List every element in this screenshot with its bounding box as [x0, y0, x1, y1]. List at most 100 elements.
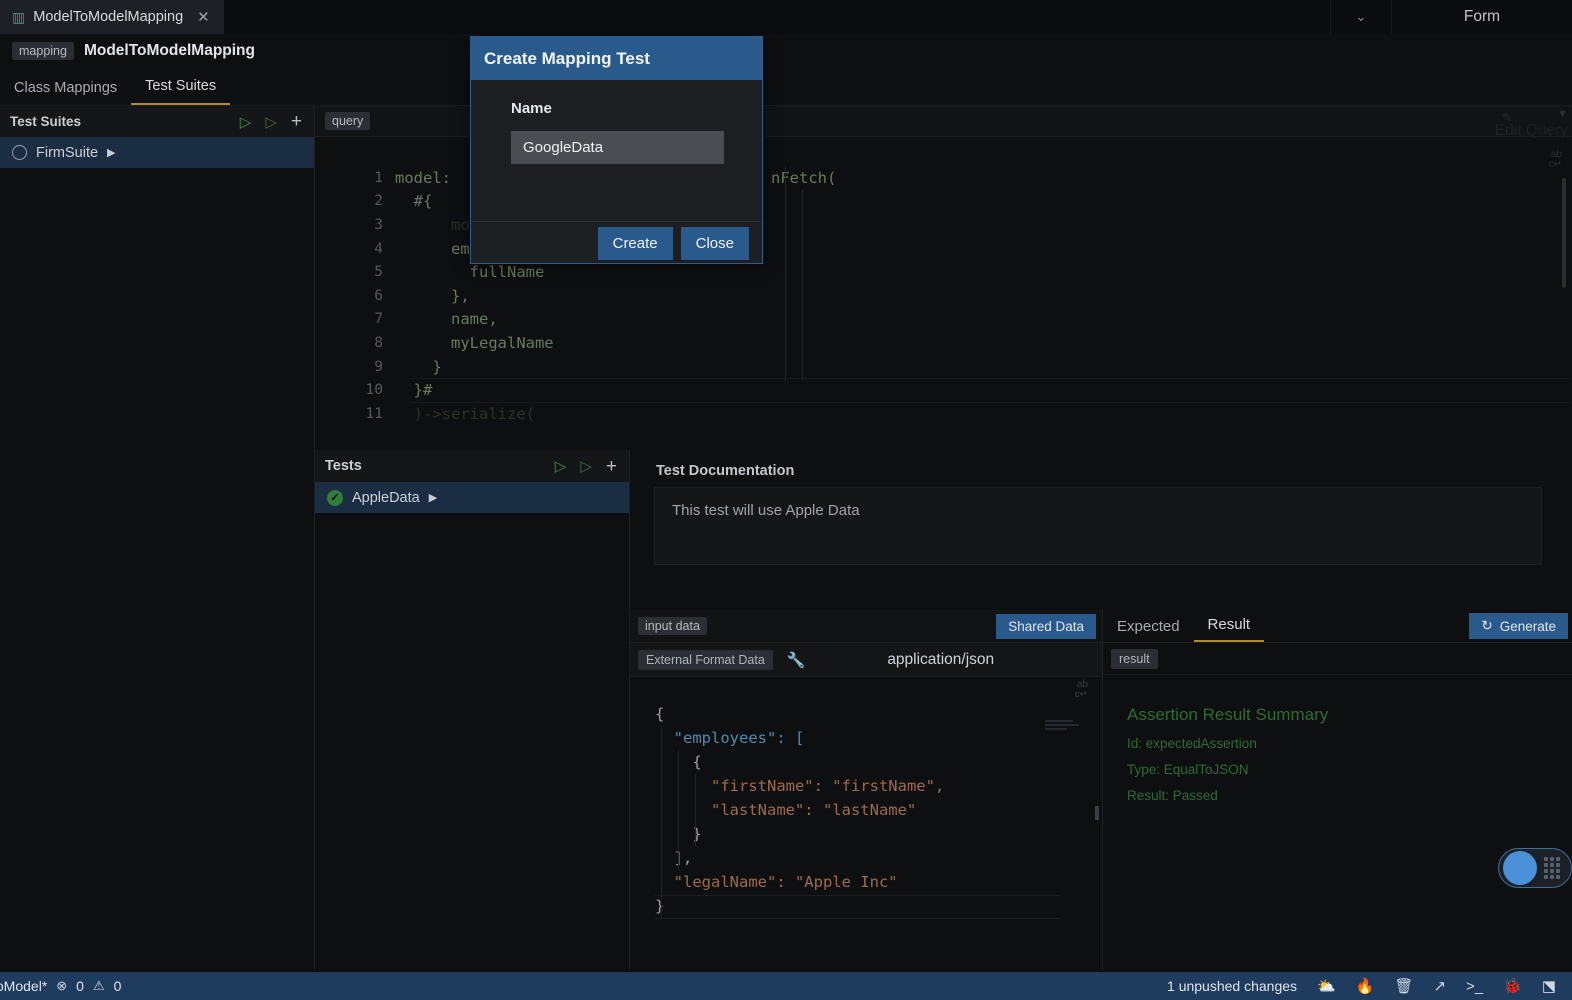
test-documentation-title: Test Documentation — [656, 463, 795, 479]
indent-guide — [802, 190, 803, 380]
json-line: "employees": [ — [630, 726, 1103, 750]
query-chip[interactable]: query — [325, 112, 371, 130]
word-wrap-icon[interactable]: ab c↵ — [1075, 680, 1088, 700]
input-data-chip[interactable]: input data — [638, 617, 707, 635]
input-data-panel: input data Shared Data External Format D… — [630, 610, 1103, 970]
assistant-toggle-widget[interactable] — [1498, 848, 1572, 888]
project-name-label: elToModel* — [0, 978, 48, 994]
run-test-debug-icon[interactable]: ▷ — [580, 457, 592, 475]
name-input[interactable] — [511, 131, 724, 164]
code-line: 8 myLegalName — [315, 331, 1572, 355]
test-documentation-text[interactable]: This test will use Apple Data — [654, 487, 1542, 565]
line-number: 8 — [374, 334, 383, 351]
json-line: ], — [630, 846, 1103, 870]
page-title: ModelToModelMapping — [83, 42, 255, 59]
json-line: } — [630, 822, 1103, 846]
tests-header: Tests ▷ ▷ + — [315, 450, 629, 482]
dialog-footer: Create Close — [471, 222, 762, 264]
result-chip-row: result — [1103, 643, 1572, 675]
tests-panel: Tests ▷ ▷ + ✓ AppleData ▶ — [315, 450, 630, 970]
chevron-down-icon[interactable]: ⌄ — [1330, 0, 1392, 34]
breadcrumb-chip: mapping — [12, 42, 74, 60]
line-text: #{ — [395, 192, 433, 211]
trash-icon[interactable]: 🗑 — [1394, 977, 1413, 995]
edit-query-control[interactable]: ▼ ✎ Edit Query — [1392, 106, 1572, 162]
flame-icon[interactable]: 🔥 — [1356, 977, 1375, 995]
form-mode-label[interactable]: Form — [1392, 0, 1572, 34]
dialog-body: Name — [471, 80, 762, 222]
mime-type-label: application/json — [887, 650, 995, 668]
edit-query-label[interactable]: Edit Query — [1495, 122, 1568, 140]
editor-minimap[interactable] — [1045, 720, 1081, 736]
warning-icon[interactable]: ⚠ — [93, 978, 105, 994]
json-line: } — [630, 894, 1103, 918]
drag-handle-icon[interactable] — [1544, 857, 1560, 879]
editor-tab-modeltomodelmapping[interactable]: ▥ ModelToModelMapping ✕ — [0, 0, 225, 34]
tab-test-suites[interactable]: Test Suites — [131, 78, 231, 105]
bug-icon[interactable]: 🐞 — [1503, 977, 1522, 995]
json-line: "firstName": "firstName", — [630, 774, 1103, 798]
plugin-icon[interactable]: ⬔ — [1542, 977, 1556, 995]
refresh-icon: ↻ — [1481, 618, 1493, 633]
code-line: 7 name, — [315, 308, 1572, 332]
create-button[interactable]: Create — [597, 226, 673, 260]
generate-button[interactable]: ↻ Generate — [1469, 613, 1568, 639]
create-mapping-test-dialog: Create Mapping Test Name Create Close — [470, 36, 763, 264]
line-text: }, — [395, 286, 470, 305]
play-icon[interactable]: ▶ — [107, 146, 115, 159]
arrow-up-right-icon[interactable]: ↗ — [1433, 977, 1446, 995]
run-suite-debug-icon[interactable]: ▷ — [265, 113, 277, 131]
run-suite-icon[interactable]: ▷ — [240, 113, 252, 131]
result-chip[interactable]: result — [1111, 648, 1158, 669]
tab-expected[interactable]: Expected — [1103, 618, 1194, 642]
test-suites-header: Test Suites ▷ ▷ + — [0, 106, 314, 137]
caret-down-icon[interactable]: ▼ — [1557, 108, 1568, 120]
status-bar-left: elToModel* ⊗ 0 ⚠ 0 — [0, 978, 121, 994]
play-icon[interactable]: ▶ — [429, 491, 437, 504]
line-number: 6 — [374, 287, 383, 304]
run-test-icon[interactable]: ▷ — [555, 457, 567, 475]
add-test-icon[interactable]: + — [606, 457, 617, 476]
unpushed-changes-label[interactable]: 1 unpushed changes — [1167, 978, 1297, 994]
code-highlight-line — [410, 378, 1570, 379]
cloud-upload-icon[interactable]: ⛅ — [1317, 977, 1336, 995]
line-number: 7 — [374, 311, 383, 328]
editor-scrollbar[interactable] — [1095, 806, 1099, 820]
shared-data-button[interactable]: Shared Data — [996, 613, 1096, 639]
test-suites-title: Test Suites — [10, 114, 82, 129]
status-circle-icon — [12, 145, 27, 160]
line-tail-text: nFetch( — [771, 168, 837, 187]
test-suite-row-firmsuite[interactable]: FirmSuite ▶ — [0, 137, 314, 168]
add-test-suite-icon[interactable]: + — [291, 112, 302, 131]
terminal-icon[interactable]: >_ — [1466, 978, 1483, 995]
wrench-icon[interactable]: 🔧 — [787, 651, 806, 669]
tests-title: Tests — [325, 458, 362, 474]
warning-count: 0 — [113, 978, 122, 994]
external-format-data-chip[interactable]: External Format Data — [638, 649, 773, 670]
status-bar: elToModel* ⊗ 0 ⚠ 0 1 unpushed changes ⛅ … — [0, 972, 1572, 1000]
line-number: 3 — [374, 216, 383, 233]
tab-class-mappings[interactable]: Class Mappings — [0, 80, 131, 105]
json-line: "legalName": "Apple Inc" — [630, 870, 1103, 894]
input-data-code-editor[interactable]: { "employees": [ { "firstName": "firstNa… — [630, 702, 1103, 970]
indent-guide — [661, 726, 662, 918]
error-icon[interactable]: ⊗ — [56, 978, 67, 994]
test-label: AppleData — [352, 489, 420, 506]
editor-scrollbar[interactable] — [1562, 178, 1566, 288]
close-button[interactable]: Close — [680, 226, 749, 260]
input-format-row: External Format Data 🔧 application/json — [630, 643, 1102, 677]
close-icon[interactable]: ✕ — [197, 8, 210, 26]
code-line: 6 }, — [315, 284, 1572, 308]
test-row-appledata[interactable]: ✓ AppleData ▶ — [315, 482, 629, 513]
code-line: 10 }# — [315, 378, 1572, 402]
json-line: { — [630, 750, 1103, 774]
assertion-result: Result: Passed — [1127, 788, 1218, 803]
line-text: myLegalName — [395, 333, 554, 352]
editor-tab-bar: ▥ ModelToModelMapping ✕ ⌄ Form — [0, 0, 1572, 34]
line-text: )->serialize( — [395, 404, 535, 423]
line-text: fullName — [395, 263, 545, 282]
dialog-title: Create Mapping Test — [471, 37, 762, 80]
tab-result[interactable]: Result — [1193, 616, 1265, 642]
result-tab-row: Expected Result ↻ Generate — [1103, 610, 1572, 643]
line-number: 10 — [365, 382, 383, 399]
